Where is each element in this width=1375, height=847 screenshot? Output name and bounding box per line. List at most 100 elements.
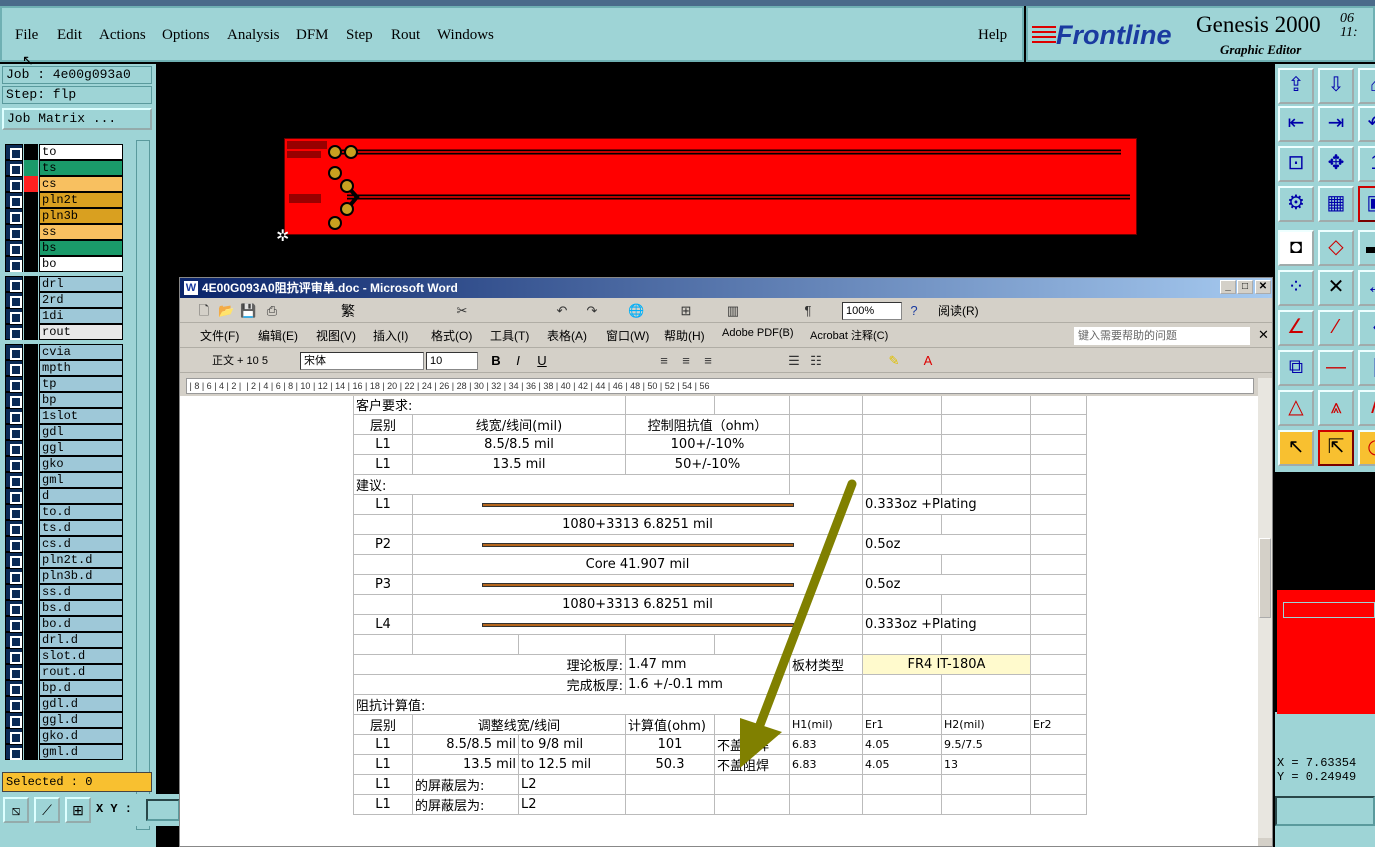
zoom-area-icon[interactable]: ⧅ — [3, 797, 29, 823]
layer-checkbox[interactable] — [5, 616, 23, 632]
tool-clock-icon[interactable]: ◷ — [1358, 430, 1375, 466]
tool-open-icon[interactable]: ⇪ — [1278, 68, 1314, 104]
traditional-chinese-icon[interactable]: 繁 — [340, 303, 356, 319]
underline-icon[interactable]: U — [534, 353, 550, 369]
layer-row-pln2t[interactable]: pln2t — [5, 192, 123, 208]
menu-dfm[interactable]: DFM — [296, 27, 329, 44]
layer-row-bs-d[interactable]: bs.d — [5, 600, 123, 616]
tool-slash-icon[interactable]: ⁄ — [1318, 310, 1354, 346]
tool-peak-icon[interactable]: ⩓ — [1318, 390, 1354, 426]
align-center-icon[interactable]: ≡ — [678, 353, 694, 369]
tool-dash-icon[interactable]: — — [1318, 350, 1354, 386]
menu-step[interactable]: Step — [346, 27, 373, 44]
layer-row-gko[interactable]: gko — [5, 456, 123, 472]
tool-pad-icon[interactable]: ◘ — [1278, 230, 1314, 266]
layer-checkbox[interactable] — [5, 504, 23, 520]
word-menu-edit[interactable]: 编辑(E) — [258, 327, 298, 344]
word-menu-file[interactable]: 文件(F) — [200, 327, 239, 344]
layer-row-pln2t-d[interactable]: pln2t.d — [5, 552, 123, 568]
layer-checkbox[interactable] — [5, 344, 23, 360]
layer-row-to[interactable]: to — [5, 144, 123, 160]
tool-back-icon[interactable]: ⇤ — [1278, 106, 1314, 142]
bold-icon[interactable]: B — [488, 353, 504, 369]
layer-row-rout[interactable]: rout — [5, 324, 123, 340]
layer-name[interactable]: d — [39, 488, 123, 504]
layer-row-to-d[interactable]: to.d — [5, 504, 123, 520]
layer-name[interactable]: gml.d — [39, 744, 123, 760]
layer-checkbox[interactable] — [5, 648, 23, 664]
layer-checkbox[interactable] — [5, 144, 23, 160]
new-doc-icon[interactable]: 🗋 — [196, 303, 212, 319]
layer-row-drl-d[interactable]: drl.d — [5, 632, 123, 648]
layer-name[interactable]: 1slot — [39, 408, 123, 424]
pcb-board-graphic[interactable] — [284, 138, 1137, 235]
maximize-button[interactable]: □ — [1237, 280, 1253, 294]
close-doc-icon[interactable]: ✕ — [1258, 327, 1269, 343]
word-menu-help[interactable]: 帮助(H) — [664, 327, 705, 344]
layer-name[interactable]: cvia — [39, 344, 123, 360]
layer-checkbox[interactable] — [5, 680, 23, 696]
help-search-input[interactable]: 键入需要帮助的问题 — [1074, 327, 1250, 345]
layer-row-ggl[interactable]: ggl — [5, 440, 123, 456]
tool-select-box-icon[interactable]: ▣ — [1358, 186, 1375, 222]
minimize-button[interactable]: _ — [1220, 280, 1236, 294]
tool-bracket-icon[interactable]: [ — [1358, 350, 1375, 386]
layer-row-bo[interactable]: bo — [5, 256, 123, 272]
word-menu-acrobat[interactable]: Acrobat 注释(C) — [810, 327, 888, 343]
layer-name[interactable]: ts.d — [39, 520, 123, 536]
layer-checkbox[interactable] — [5, 728, 23, 744]
horizontal-ruler[interactable]: | 8 | 6 | 4 | 2 | | 2 | 4 | 6 | 8 | 10 |… — [186, 378, 1254, 394]
layer-name[interactable]: drl.d — [39, 632, 123, 648]
layer-checkbox[interactable] — [5, 424, 23, 440]
cut-icon[interactable]: ✂ — [454, 303, 470, 319]
layer-row-drl[interactable]: drl — [5, 276, 123, 292]
tool-triangle-icon[interactable]: △ — [1278, 390, 1314, 426]
layer-name[interactable]: bp — [39, 392, 123, 408]
layer-row-gdl[interactable]: gdl — [5, 424, 123, 440]
numbering-icon[interactable]: ☰ — [786, 353, 802, 369]
menu-help[interactable]: Help — [978, 27, 1007, 44]
tool-move-icon[interactable]: ↔ — [1358, 270, 1375, 306]
tool-angle-icon[interactable]: ∠ — [1278, 310, 1314, 346]
tool-extra-icon[interactable]: ⌂ — [1358, 68, 1375, 104]
layer-name[interactable]: 1di — [39, 308, 123, 324]
layer-checkbox[interactable] — [5, 160, 23, 176]
layer-name[interactable]: bo.d — [39, 616, 123, 632]
layer-checkbox[interactable] — [5, 360, 23, 376]
layer-name[interactable]: gml — [39, 472, 123, 488]
font-select[interactable]: 宋体 — [300, 352, 424, 370]
layer-name[interactable]: rout.d — [39, 664, 123, 680]
layer-row-bo-d[interactable]: bo.d — [5, 616, 123, 632]
layer-checkbox[interactable] — [5, 600, 23, 616]
layer-name[interactable]: to — [39, 144, 123, 160]
layer-name[interactable]: slot.d — [39, 648, 123, 664]
tool-settings-icon[interactable]: ⚙ — [1278, 186, 1314, 222]
layer-name[interactable]: bo — [39, 256, 123, 272]
layer-name[interactable]: bp.d — [39, 680, 123, 696]
bullets-icon[interactable]: ☷ — [808, 353, 824, 369]
layer-checkbox[interactable] — [5, 744, 23, 760]
measure-icon[interactable]: ⟋ — [34, 797, 60, 823]
layer-name[interactable]: pln2t — [39, 192, 123, 208]
layer-row-mpth[interactable]: mpth — [5, 360, 123, 376]
layer-checkbox[interactable] — [5, 696, 23, 712]
tool-left-icon[interactable]: ‹ — [1358, 310, 1375, 346]
layer-name[interactable]: tp — [39, 376, 123, 392]
layer-name[interactable]: to.d — [39, 504, 123, 520]
layer-checkbox[interactable] — [5, 256, 23, 272]
layer-row-ss-d[interactable]: ss.d — [5, 584, 123, 600]
save-icon[interactable]: 💾 — [240, 303, 256, 319]
layer-row-pln3b[interactable]: pln3b — [5, 208, 123, 224]
font-size-select[interactable]: 10 — [426, 352, 478, 370]
document-page[interactable]: 客户要求: 层别 线宽/线间(mil) 控制阻抗值（ohm） L1 8.5/8.5 m… — [180, 396, 1258, 846]
layer-row-1slot[interactable]: 1slot — [5, 408, 123, 424]
table-icon[interactable]: ⊞ — [678, 303, 694, 319]
xy-input[interactable] — [146, 799, 180, 821]
word-menu-tools[interactable]: 工具(T) — [490, 327, 529, 344]
word-menu-format[interactable]: 格式(O) — [431, 327, 472, 344]
tool-save-icon[interactable]: ⇩ — [1318, 68, 1354, 104]
layer-row-gdl-d[interactable]: gdl.d — [5, 696, 123, 712]
tool-pointer-select-icon[interactable]: ⇱ — [1318, 430, 1354, 466]
layer-checkbox[interactable] — [5, 552, 23, 568]
zoom-select[interactable]: 100% — [842, 302, 902, 320]
